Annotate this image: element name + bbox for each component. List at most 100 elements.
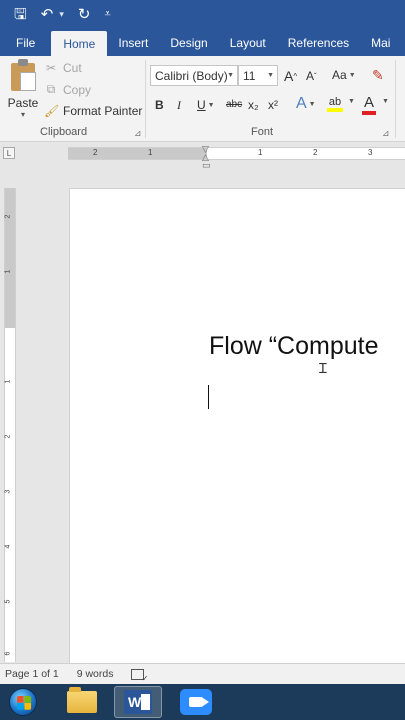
clipboard-launcher-icon[interactable]: ⊿ [134, 128, 142, 139]
grow-font-icon: A [284, 68, 294, 84]
redo-icon[interactable]: ↻ [78, 7, 91, 22]
start-button[interactable] [6, 687, 40, 717]
shrink-font-button[interactable]: Aˇ [306, 69, 317, 83]
font-color-button[interactable]: A [362, 94, 376, 115]
copy-icon: ⧉ [46, 82, 56, 96]
clear-formatting-button[interactable]: ✎ [372, 67, 384, 84]
ruler-margin [68, 148, 207, 159]
horizontal-ruler[interactable]: 2 1 1 2 3 ▽ △ ▭ [68, 145, 405, 170]
ruler-label: 3 [368, 148, 373, 157]
document-text[interactable]: Flow “Compute [209, 332, 379, 361]
group-separator [395, 60, 396, 138]
group-separator [145, 60, 146, 138]
strikethrough-button[interactable]: abc [226, 99, 242, 110]
highlighter-icon: ab [328, 96, 342, 108]
document-page[interactable]: Flow “Compute Ɪ [69, 188, 405, 663]
superscript-button[interactable]: x² [268, 98, 278, 112]
chevron-down-icon: ▼ [227, 72, 234, 79]
underline-button[interactable]: U ▼ [197, 98, 215, 112]
subscript-button[interactable]: x₂ [248, 98, 259, 112]
save-icon[interactable]: 🖫 [14, 7, 27, 22]
ribbon-home: Paste ▾ ✂ Cut ⧉ Copy 🖌 Format Painter Cl… [0, 56, 405, 142]
highlight-color-button[interactable]: ab [327, 96, 343, 112]
ruler-label: 2 [93, 148, 98, 157]
cut-button[interactable]: ✂ Cut [44, 61, 82, 75]
font-color-icon: A [363, 94, 374, 111]
tab-home[interactable]: Home [51, 31, 108, 56]
word-icon: W [124, 690, 152, 714]
highlight-color-swatch [327, 108, 343, 112]
chevron-down-icon: ▼ [348, 71, 356, 79]
scissors-icon: ✂ [45, 61, 57, 75]
ruler-label: 2 [313, 148, 318, 157]
italic-button[interactable]: I [177, 98, 181, 113]
indent-marker[interactable]: ▽ △ ▭ [202, 145, 211, 170]
ruler-label: 2 [4, 214, 12, 219]
format-painter-button[interactable]: 🖌 Format Painter [44, 104, 142, 118]
text-caret [208, 385, 209, 409]
tab-references[interactable]: References [277, 29, 360, 56]
tab-design[interactable]: Design [159, 29, 218, 56]
proofing-icon[interactable] [131, 668, 148, 683]
ibeam-cursor-icon: Ɪ [319, 360, 327, 376]
font-group-label: Font [251, 126, 274, 138]
superscript-icon: x² [268, 98, 278, 112]
taskbar-explorer[interactable] [58, 686, 106, 718]
tab-layout[interactable]: Layout [219, 29, 277, 56]
paste-icon [11, 59, 36, 91]
undo-icon[interactable]: ↶ [41, 7, 54, 22]
paste-label: Paste [7, 96, 39, 110]
ruler-label: 2 [4, 434, 12, 439]
font-size-value: 11 [243, 68, 256, 83]
font-size-dropdown[interactable]: 11 ▼ [238, 65, 278, 86]
ruler-label: 1 [4, 269, 12, 274]
font-color-dropdown[interactable]: ▼ [380, 98, 389, 105]
text-effects-icon: A [296, 95, 307, 112]
taskbar-word[interactable]: W [114, 686, 162, 718]
cut-label: Cut [63, 61, 82, 75]
text-effects-button[interactable]: A ▼ [296, 95, 316, 113]
horizontal-ruler-row: L 2 1 1 2 3 ▽ △ ▭ [0, 142, 405, 170]
chevron-down-icon: ▼ [267, 72, 274, 79]
eraser-icon: ✎ [372, 67, 384, 83]
chevron-down-icon: ▼ [207, 101, 215, 109]
bold-button[interactable]: B [155, 98, 164, 112]
ruler-label: 4 [4, 544, 12, 549]
windows-logo-icon [9, 688, 37, 716]
ruler-margin [5, 188, 15, 328]
ruler-label: 3 [4, 489, 12, 494]
tab-mailings[interactable]: Mai [360, 29, 401, 56]
copy-label: Copy [63, 82, 92, 97]
ruler-label: 6 [4, 651, 12, 656]
paste-button[interactable]: Paste ▾ [6, 59, 40, 124]
italic-icon: I [177, 98, 181, 112]
chevron-down-icon: ▼ [348, 98, 355, 105]
paste-dropdown-icon[interactable]: ▾ [21, 110, 25, 119]
tab-file[interactable]: File [0, 29, 51, 56]
bold-icon: B [155, 98, 164, 112]
chevron-down-icon: ▼ [308, 100, 316, 108]
page-count[interactable]: Page 1 of 1 [5, 668, 59, 680]
grow-font-button[interactable]: A ^ [284, 68, 297, 84]
zoom-icon [180, 689, 212, 715]
highlight-dropdown[interactable]: ▼ [346, 98, 355, 105]
font-name-dropdown[interactable]: Calibri (Body) ▼ [150, 65, 238, 86]
change-case-button[interactable]: Aa ▼ [332, 68, 356, 82]
ruler-label: 1 [4, 379, 12, 384]
tab-selector[interactable]: L [3, 147, 15, 159]
quick-access-toolbar: 🖫 ↶ ▾ ↻ ⩡ [0, 0, 405, 29]
customize-toolbar-icon[interactable]: ⩡ [104, 9, 110, 20]
taskbar: W [0, 684, 405, 720]
tab-insert[interactable]: Insert [107, 29, 159, 56]
change-case-label: Aa [332, 68, 347, 82]
font-name-value: Calibri (Body) [155, 68, 228, 83]
taskbar-zoom[interactable] [172, 686, 220, 718]
chevron-down-icon: ▼ [382, 98, 389, 105]
undo-dropdown-icon[interactable]: ▾ [59, 10, 64, 19]
word-count[interactable]: 9 words [77, 668, 114, 680]
ribbon-tabs: File Home Insert Design Layout Reference… [0, 29, 405, 56]
underline-icon: U [197, 98, 206, 112]
font-launcher-icon[interactable]: ⊿ [382, 128, 390, 139]
vertical-ruler[interactable]: 2 1 1 2 3 4 5 6 [4, 188, 16, 662]
copy-button[interactable]: ⧉ Copy [44, 82, 91, 97]
